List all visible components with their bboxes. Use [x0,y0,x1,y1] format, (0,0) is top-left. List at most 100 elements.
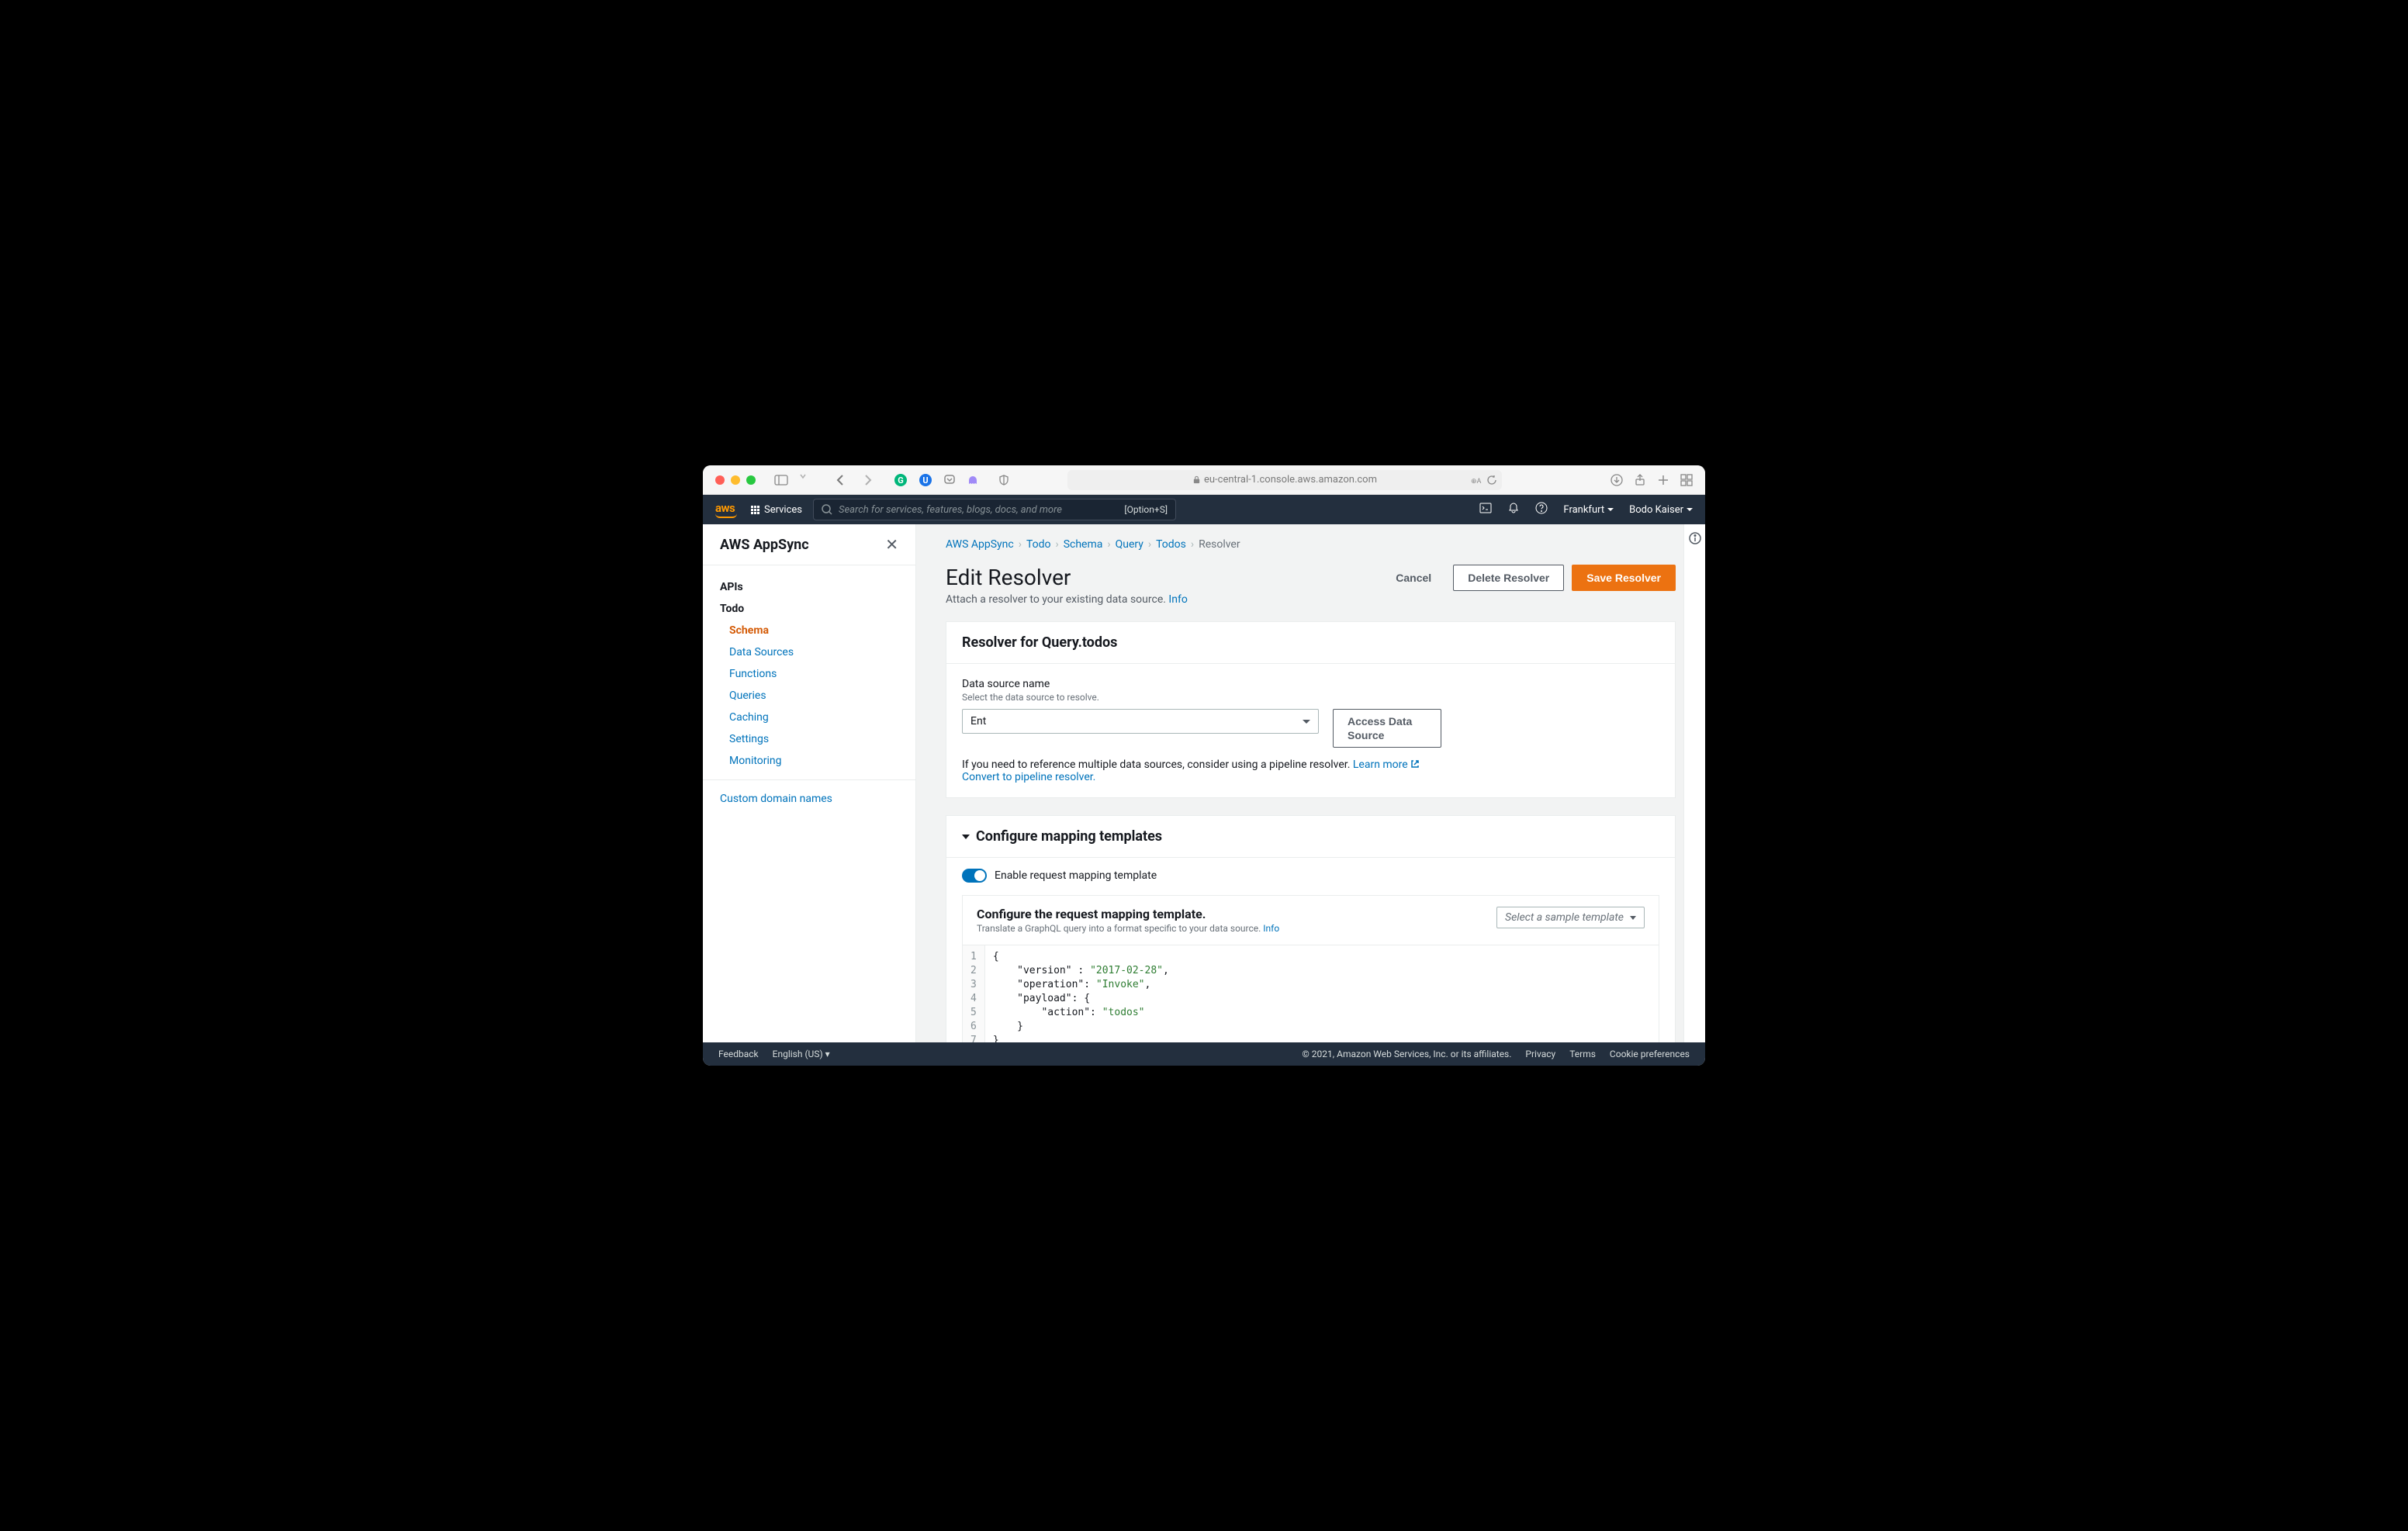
data-source-value: Ent [970,715,986,727]
data-source-hint: Select the data source to resolve. [962,692,1659,703]
copyright-text: © 2021, Amazon Web Services, Inc. or its… [1302,1049,1511,1059]
sidebar-item-schema[interactable]: Schema [703,620,915,641]
access-data-source-button[interactable]: Access Data Source [1333,709,1441,748]
region-selector[interactable]: Frankfurt [1563,504,1614,516]
page-subtitle: Attach a resolver to your existing data … [946,593,1188,606]
code-content: { "version" : "2017-02-28", "operation":… [985,945,1177,1042]
sidebar-item-queries[interactable]: Queries [703,685,915,707]
extension-u-icon[interactable]: U [919,473,932,487]
terms-link[interactable]: Terms [1569,1049,1596,1059]
tabs-overview-icon[interactable] [1680,474,1693,486]
sidebar-item-apis[interactable]: APIs [703,576,915,598]
sidebar-item-monitoring[interactable]: Monitoring [703,750,915,772]
crumb-query[interactable]: Query [1116,538,1143,551]
crumb-todo[interactable]: Todo [1026,538,1051,551]
new-tab-icon[interactable] [1657,474,1669,486]
services-label: Services [764,504,802,516]
info-drawer-handle[interactable] [1683,524,1705,1042]
request-template-hint: Translate a GraphQL query into a format … [977,923,1279,934]
crumb-appsync[interactable]: AWS AppSync [946,538,1014,551]
search-shortcut-hint: [Option+S] [1124,504,1168,515]
cancel-button[interactable]: Cancel [1382,565,1445,590]
info-link[interactable]: Info [1168,593,1187,606]
translate-icon[interactable]: ⊕A [1471,475,1482,486]
data-source-select[interactable]: Ent [962,709,1319,734]
privacy-link[interactable]: Privacy [1525,1049,1555,1059]
chevron-down-icon [1687,506,1693,513]
sidebar-item-data-sources[interactable]: Data Sources [703,641,915,663]
learn-more-link[interactable]: Learn more [1353,759,1420,771]
sidebar-item-caching[interactable]: Caching [703,707,915,728]
browser-window: G U eu-central-1.console.aws.amazon.com … [703,465,1705,1066]
code-editor[interactable]: 1234567 { "version" : "2017-02-28", "ope… [963,945,1659,1042]
chevron-down-icon [1303,720,1310,724]
external-link-icon [1410,759,1420,769]
sidebar: AWS AppSync ✕ APIs Todo Schema Data Sour… [703,524,916,1042]
sidebar-item-custom-domains[interactable]: Custom domain names [703,788,915,810]
global-search-input[interactable]: Search for services, features, blogs, do… [813,499,1176,520]
maximize-window-button[interactable] [746,475,756,485]
sidebar-item-settings[interactable]: Settings [703,728,915,750]
sidebar-item-functions[interactable]: Functions [703,663,915,685]
sidebar-close-button[interactable]: ✕ [885,535,898,554]
aws-logo[interactable]: aws [715,501,737,518]
cloudshell-icon[interactable] [1479,502,1492,517]
mapping-panel-toggle[interactable]: Configure mapping templates [946,816,1675,858]
crumb-schema[interactable]: Schema [1064,538,1103,551]
cookie-link[interactable]: Cookie preferences [1610,1049,1690,1059]
data-source-label: Data source name [962,678,1659,690]
sidebar-item-todo[interactable]: Todo [703,598,915,620]
traffic-lights [715,475,756,485]
delete-resolver-button[interactable]: Delete Resolver [1453,565,1564,591]
extension-grammarly-icon[interactable]: G [894,473,908,487]
close-window-button[interactable] [715,475,725,485]
svg-text:G: G [898,475,904,486]
chevron-down-icon [1607,506,1614,513]
enable-request-mapping-toggle[interactable] [962,869,987,883]
resolver-panel: Resolver for Query.todos Data source nam… [946,621,1676,798]
feedback-link[interactable]: Feedback [718,1049,759,1059]
resolver-panel-heading: Resolver for Query.todos [962,634,1659,651]
dropdown-chevron-icon[interactable] [799,472,815,488]
region-label: Frankfurt [1563,504,1604,516]
save-resolver-button[interactable]: Save Resolver [1572,565,1676,591]
app-body: AWS AppSync ✕ APIs Todo Schema Data Sour… [703,524,1705,1042]
extension-pocket-icon[interactable] [943,474,956,486]
convert-pipeline-link[interactable]: Convert to pipeline resolver. [962,771,1095,783]
request-template-info-link[interactable]: Info [1263,923,1279,934]
notifications-icon[interactable] [1507,502,1520,517]
address-bar[interactable]: eu-central-1.console.aws.amazon.com ⊕A [1067,470,1502,490]
back-button[interactable] [833,472,849,488]
forward-button[interactable] [860,472,875,488]
extension-ghost-icon[interactable] [967,474,979,486]
pipeline-help-text: If you need to reference multiple data s… [962,759,1659,783]
search-icon [822,504,832,515]
main-content: AWS AppSync› Todo› Schema› Query› Todos›… [916,524,1705,1042]
user-label: Bodo Kaiser [1629,504,1683,516]
sidebar-toggle-icon[interactable] [774,475,788,486]
chevron-down-icon [1630,916,1636,920]
share-icon[interactable] [1634,474,1646,486]
chevron-down-icon [962,835,970,839]
reload-icon[interactable] [1486,475,1497,486]
url-text: eu-central-1.console.aws.amazon.com [1204,474,1377,486]
mapping-panel-heading: Configure mapping templates [976,828,1162,845]
sidebar-title: AWS AppSync [720,537,809,553]
crumb-todos[interactable]: Todos [1156,538,1186,551]
minimize-window-button[interactable] [731,475,740,485]
account-menu[interactable]: Bodo Kaiser [1629,504,1693,516]
request-template-title: Configure the request mapping template. [977,907,1279,921]
lock-icon [1192,475,1201,484]
line-gutter: 1234567 [963,945,985,1042]
shield-icon[interactable] [998,474,1010,486]
grid-icon [751,506,759,514]
services-menu[interactable]: Services [751,504,802,516]
enable-request-mapping-label: Enable request mapping template [995,869,1157,882]
breadcrumb: AWS AppSync› Todo› Schema› Query› Todos›… [946,538,1676,551]
crumb-current: Resolver [1199,538,1240,551]
language-selector[interactable]: English (US) ▾ [773,1049,830,1059]
downloads-icon[interactable] [1611,474,1623,486]
svg-text:U: U [922,475,928,486]
help-icon[interactable] [1535,502,1548,517]
sample-template-select[interactable]: Select a sample template [1496,907,1645,928]
